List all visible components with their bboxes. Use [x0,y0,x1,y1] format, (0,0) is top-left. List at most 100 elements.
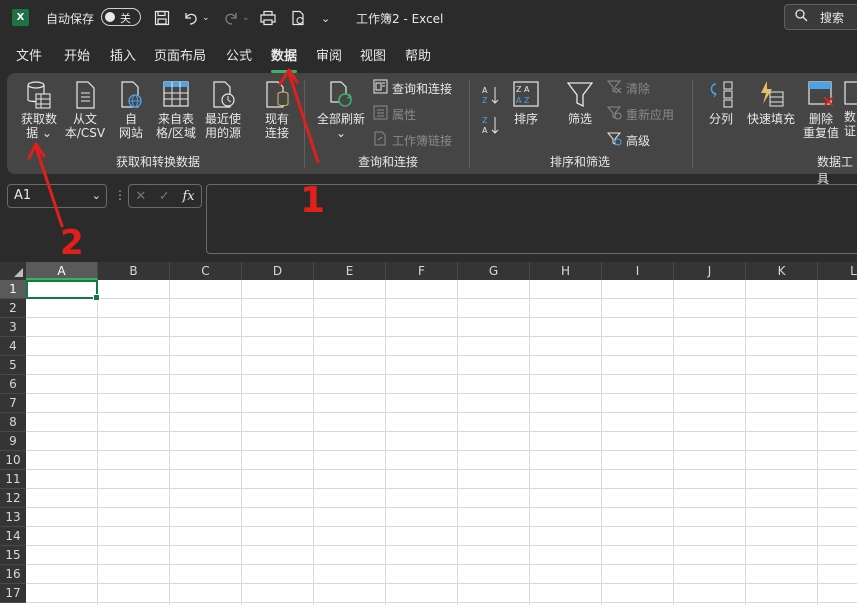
recent-sources-label-2: 用的源 [204,126,241,140]
queries-connections-button[interactable]: 查询和连接 [373,78,452,98]
refresh-all-button[interactable]: 全部刷新 ⌄ [314,80,368,140]
tab-home[interactable]: 开始 [64,44,90,70]
redo-icon[interactable] [222,0,240,36]
row-header-15[interactable]: 15 [0,546,26,565]
autosave-toggle[interactable]: 关 [101,8,141,26]
column-header-d[interactable]: D [242,262,314,280]
active-cell-a1[interactable] [26,280,100,301]
column-header-c[interactable]: C [170,262,242,280]
tab-review[interactable]: 审阅 [316,44,342,70]
recent-sources-button[interactable]: 最近使 用的源 [199,80,247,140]
save-icon[interactable] [154,0,170,36]
customize-toolbar-icon[interactable]: ⌄ [321,0,330,36]
clear-filter-button[interactable]: 清除 [606,78,650,98]
row-header-5[interactable]: 5 [0,356,26,375]
worksheet-grid[interactable] [0,262,857,605]
text-to-columns-button[interactable]: 分列 [703,80,739,126]
reapply-icon [606,105,622,123]
undo-icon[interactable] [182,0,200,36]
tab-insert[interactable]: 插入 [110,44,136,70]
document-title: 工作簿2 - Excel [356,11,444,26]
advanced-filter-button[interactable]: 高级 [606,130,650,150]
redo-dropdown-icon[interactable]: ⌄ [242,0,250,36]
cancel-icon[interactable]: ✕ [135,189,146,204]
workbook-links-button[interactable]: 工作簿链接 [373,130,452,150]
remove-duplicates-label-1: 删除 [808,112,833,126]
row-header-6[interactable]: 6 [0,375,26,394]
grid-row-line [26,450,857,451]
refresh-all-label: 全部刷新 [316,112,365,126]
row-header-2[interactable]: 2 [0,299,26,318]
existing-connections-button[interactable]: 现有 连接 [257,80,297,140]
row-header-4[interactable]: 4 [0,337,26,356]
grid-column-line [673,280,674,605]
row-header-10[interactable]: 10 [0,451,26,470]
svg-text:Z: Z [482,116,488,125]
row-header-16[interactable]: 16 [0,565,26,584]
page-setup-icon[interactable] [290,0,306,36]
tab-view[interactable]: 视图 [360,44,386,70]
row-header-12[interactable]: 12 [0,489,26,508]
tab-data[interactable]: 数据 [271,44,298,73]
column-header-e[interactable]: E [314,262,386,280]
row-header-8[interactable]: 8 [0,413,26,432]
row-header-7[interactable]: 7 [0,394,26,413]
filter-button[interactable]: 筛选 [562,80,598,126]
flash-fill-button[interactable]: 快速填充 [744,80,798,126]
undo-dropdown-icon[interactable]: ⌄ [202,0,210,36]
formula-input[interactable] [206,184,857,254]
grid-column-line [601,280,602,605]
grid-row-line [26,469,857,470]
tab-page-layout[interactable]: 页面布局 [154,44,206,70]
column-header-j[interactable]: J [674,262,746,280]
column-header-b[interactable]: B [98,262,170,280]
group-label-get-transform: 获取和转换数据 [116,155,201,169]
print-preview-icon[interactable] [259,0,277,36]
column-header-k[interactable]: K [746,262,818,280]
from-web-button[interactable]: 自 网站 [111,80,151,140]
search-box[interactable]: 搜索 [784,4,857,30]
data-validation-button[interactable]: 数 证 [844,80,857,138]
row-header-13[interactable]: 13 [0,508,26,527]
more-options-icon[interactable]: ⋮ [114,188,126,202]
column-header-i[interactable]: I [602,262,674,280]
text-to-columns-icon [708,80,734,110]
remove-duplicates-button[interactable]: 删除 重复值 [800,80,842,140]
row-header-14[interactable]: 14 [0,527,26,546]
get-data-button[interactable]: 获取数 据 ⌄ [14,80,64,140]
column-header-l[interactable]: L [818,262,857,280]
grid-row-line [26,488,857,489]
autosave-label: 自动保存 [46,11,95,26]
properties-label: 属性 [392,107,417,122]
autosave-state: 关 [120,12,131,25]
row-header-3[interactable]: 3 [0,318,26,337]
column-header-g[interactable]: G [458,262,530,280]
sort-descending-button[interactable]: ZA [476,114,506,139]
properties-icon [373,105,388,123]
row-header-1[interactable]: 1 [0,280,26,299]
from-table-range-button[interactable]: 来自表 格/区域 [152,80,200,140]
grid-column-line [313,280,314,605]
tab-help[interactable]: 帮助 [405,44,431,70]
row-header-11[interactable]: 11 [0,470,26,489]
from-text-label-1: 从文 [72,112,97,126]
tab-file[interactable]: 文件 [16,44,42,70]
insert-function-button[interactable]: fx [182,189,194,204]
sort-ascending-button[interactable]: AZ [476,84,506,109]
from-text-csv-button[interactable]: 从文 本/CSV [62,80,108,140]
title-bar: X 自动保存 关 ⌄ ⌄ ⌄ 工作簿2 - Excel 搜索 [0,0,857,36]
name-box[interactable]: A1 ⌄ [7,184,107,208]
check-icon[interactable]: ✓ [159,189,170,204]
search-icon [795,9,808,25]
select-all-button[interactable] [0,262,26,280]
column-header-f[interactable]: F [386,262,458,280]
properties-button[interactable]: 属性 [373,104,416,124]
sort-button[interactable]: Z A A Z 排序 [508,80,544,126]
tab-formulas[interactable]: 公式 [226,44,252,70]
column-header-a[interactable]: A [26,262,98,280]
column-header-h[interactable]: H [530,262,602,280]
reapply-button[interactable]: 重新应用 [606,104,674,124]
row-header-9[interactable]: 9 [0,432,26,451]
chevron-down-icon[interactable]: ⌄ [92,185,101,207]
row-header-17[interactable]: 17 [0,584,26,603]
